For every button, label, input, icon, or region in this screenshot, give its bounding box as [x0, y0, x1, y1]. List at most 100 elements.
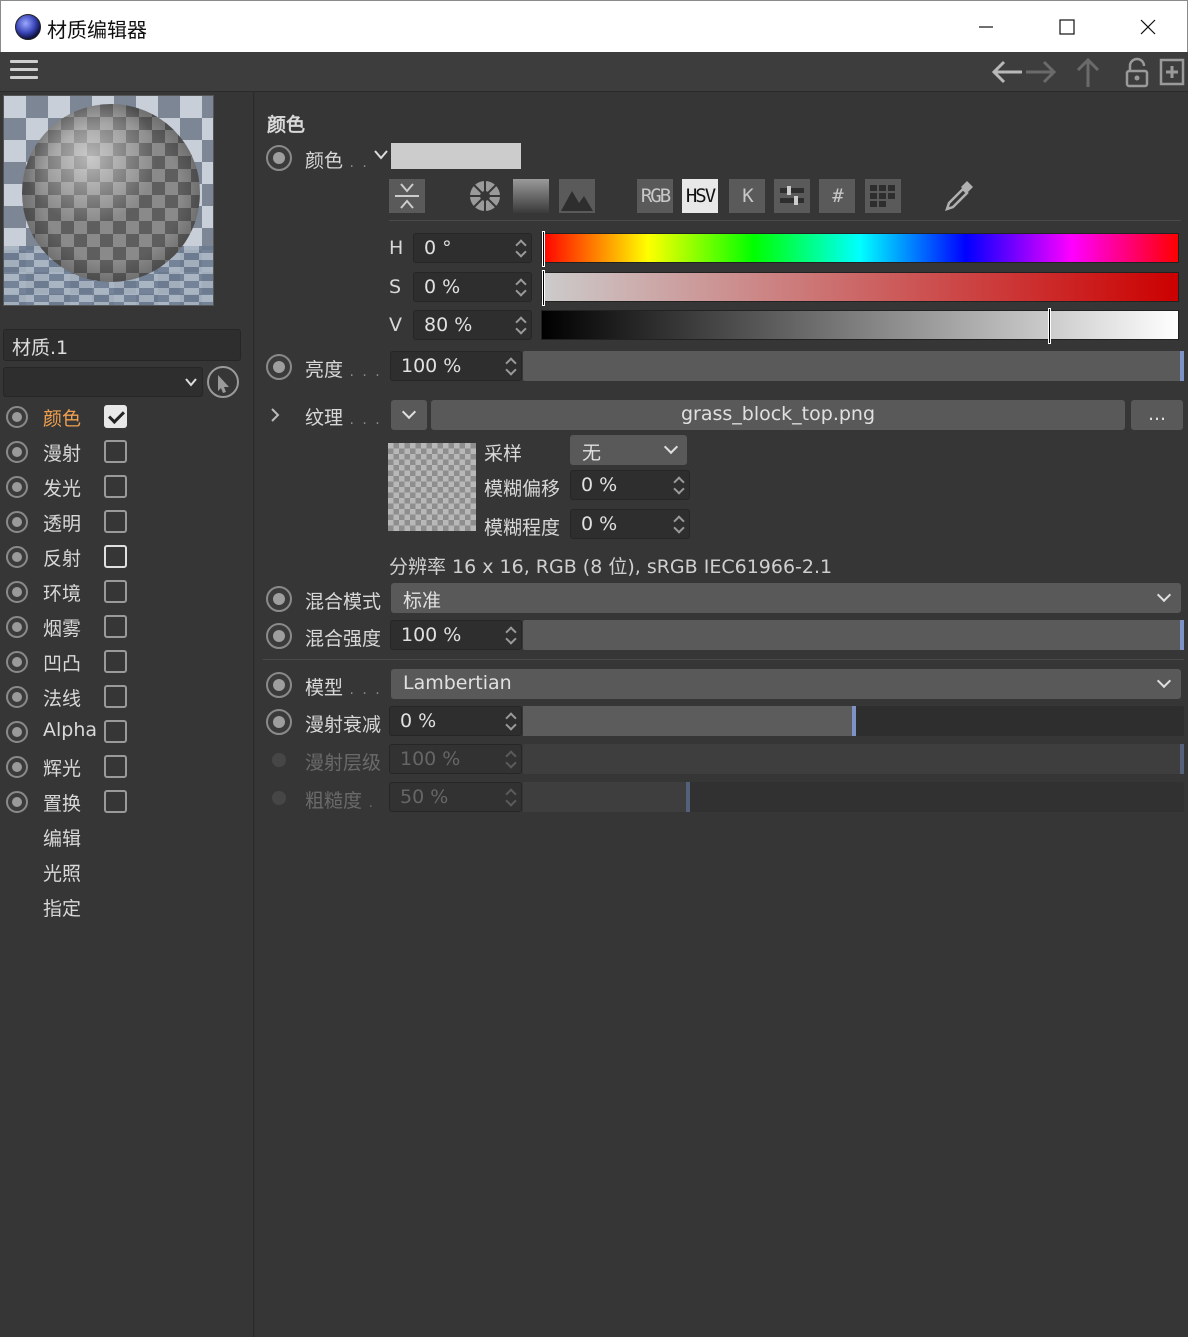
close-button[interactable] — [1108, 1, 1188, 53]
spinner-icon[interactable] — [515, 315, 527, 335]
h-value-field[interactable]: 0 ° — [413, 233, 532, 263]
slider-handle[interactable] — [1180, 620, 1184, 650]
model-dropdown[interactable]: Lambertian — [391, 669, 1181, 699]
channel-anim-radio[interactable] — [6, 581, 28, 603]
channel-label[interactable]: Alpha — [43, 719, 97, 741]
channel-anim-radio[interactable] — [6, 686, 28, 708]
s-value-field[interactable]: 0 % — [413, 272, 532, 302]
chevron-down-icon[interactable] — [373, 148, 389, 162]
hex-button[interactable]: # — [819, 179, 855, 213]
blend-mode-dropdown[interactable]: 标准 — [391, 583, 1181, 613]
nav-item-edit[interactable]: 编辑 — [43, 824, 81, 851]
nav-item-lighting[interactable]: 光照 — [43, 859, 81, 886]
channel-checkbox[interactable] — [104, 755, 127, 778]
channel-anim-radio[interactable] — [6, 406, 28, 428]
channel-label[interactable]: 烟雾 — [43, 614, 81, 641]
forward-arrow-icon[interactable] — [1024, 59, 1058, 85]
image-picker-button[interactable] — [559, 179, 595, 213]
spinner-icon[interactable] — [505, 625, 517, 645]
channel-label[interactable]: 发光 — [43, 474, 81, 501]
blur-offset-field[interactable]: 0 % — [570, 470, 690, 500]
channel-checkbox[interactable] — [104, 440, 127, 463]
blend-strength-slider[interactable] — [523, 620, 1184, 650]
slider-handle[interactable] — [851, 706, 856, 736]
channel-label[interactable]: 透明 — [43, 509, 81, 536]
eyedropper-button[interactable] — [941, 179, 977, 213]
model-anim-radio[interactable] — [266, 672, 292, 698]
channel-anim-radio[interactable] — [6, 546, 28, 568]
channel-checkbox[interactable] — [104, 720, 127, 743]
diffuse-falloff-anim-radio[interactable] — [266, 709, 292, 735]
channel-checkbox[interactable] — [104, 685, 127, 708]
brightness-slider[interactable] — [523, 351, 1184, 381]
channel-item[interactable]: 发光 — [0, 469, 254, 504]
channel-item[interactable]: 烟雾 — [0, 609, 254, 644]
spinner-icon[interactable] — [515, 238, 527, 258]
channel-item[interactable]: 置换 — [0, 784, 254, 819]
blend-mode-anim-radio[interactable] — [266, 586, 292, 612]
channel-checkbox[interactable] — [104, 545, 127, 568]
rgb-mode-button[interactable]: RGB — [637, 179, 673, 213]
channel-anim-radio[interactable] — [6, 476, 28, 498]
value-slider[interactable] — [541, 308, 1179, 344]
value-slider-handle[interactable] — [1047, 308, 1051, 344]
channel-label[interactable]: 法线 — [43, 684, 81, 711]
spinner-icon[interactable] — [505, 711, 517, 731]
channel-item[interactable]: 环境 — [0, 574, 254, 609]
spinner-icon[interactable] — [515, 277, 527, 297]
channel-anim-radio[interactable] — [6, 616, 28, 638]
channel-item[interactable]: 漫射 — [0, 434, 254, 469]
brightness-field[interactable]: 100 % — [390, 351, 522, 381]
blend-strength-field[interactable]: 100 % — [390, 620, 522, 650]
channel-checkbox[interactable] — [104, 790, 127, 813]
spectrum-button[interactable] — [513, 179, 549, 213]
channel-checkbox[interactable] — [104, 510, 127, 533]
channel-item[interactable]: 辉光 — [0, 749, 254, 784]
slider-handle[interactable] — [1180, 351, 1184, 381]
channel-item[interactable]: 反射 — [0, 539, 254, 574]
texture-menu-button[interactable] — [391, 400, 427, 430]
collapse-button[interactable] — [389, 179, 425, 213]
channel-item[interactable]: Alpha — [0, 714, 254, 749]
material-preview[interactable] — [3, 95, 214, 306]
texture-browse-button[interactable]: ... — [1131, 400, 1183, 430]
sampling-dropdown[interactable]: 无 — [570, 435, 687, 465]
kelvin-mode-button[interactable]: K — [729, 179, 765, 213]
swatches-button[interactable] — [865, 179, 901, 213]
channel-anim-radio[interactable] — [6, 721, 28, 743]
lock-icon[interactable] — [1124, 56, 1150, 88]
channel-checkbox[interactable] — [104, 475, 127, 498]
up-arrow-icon[interactable] — [1074, 56, 1102, 88]
brightness-anim-radio[interactable] — [266, 354, 292, 380]
minimize-button[interactable] — [946, 1, 1026, 53]
channel-label[interactable]: 置换 — [43, 789, 81, 816]
channel-label[interactable]: 凹凸 — [43, 649, 81, 676]
channel-anim-radio[interactable] — [6, 511, 28, 533]
channel-checkbox[interactable] — [104, 405, 127, 428]
blend-strength-anim-radio[interactable] — [266, 623, 292, 649]
color-wheel-button[interactable] — [467, 179, 503, 213]
spinner-icon[interactable] — [505, 356, 517, 376]
v-value-field[interactable]: 80 % — [413, 310, 532, 340]
back-arrow-icon[interactable] — [990, 59, 1024, 85]
menu-icon[interactable] — [10, 60, 38, 82]
channel-item[interactable]: 凹凸 — [0, 644, 254, 679]
channel-checkbox[interactable] — [104, 615, 127, 638]
channel-label[interactable]: 环境 — [43, 579, 81, 606]
hue-slider[interactable] — [541, 231, 1179, 267]
channel-anim-radio[interactable] — [6, 756, 28, 778]
channel-label[interactable]: 漫射 — [43, 439, 81, 466]
pick-cursor-icon[interactable] — [207, 366, 239, 398]
new-window-icon[interactable] — [1159, 58, 1185, 86]
spinner-icon[interactable] — [673, 514, 685, 534]
saturation-slider-handle[interactable] — [542, 270, 545, 306]
saturation-slider[interactable] — [541, 270, 1179, 306]
diffuse-falloff-slider[interactable] — [523, 706, 1184, 736]
texture-file-field[interactable]: grass_block_top.png — [431, 400, 1125, 430]
nav-item-assign[interactable]: 指定 — [43, 894, 81, 921]
diffuse-falloff-field[interactable]: 0 % — [389, 706, 522, 736]
color-swatch[interactable] — [391, 143, 521, 169]
channel-checkbox[interactable] — [104, 580, 127, 603]
channel-label[interactable]: 反射 — [43, 544, 81, 571]
maximize-button[interactable] — [1027, 1, 1107, 53]
